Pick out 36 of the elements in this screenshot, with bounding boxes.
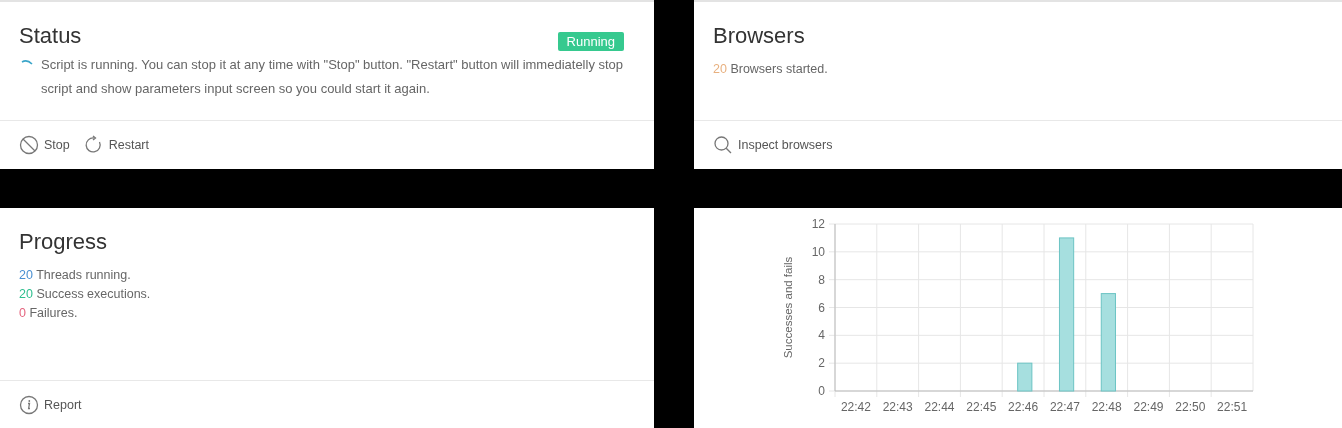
axis-tick-label: 22:45 [966, 400, 997, 414]
stat-line: 20 Browsers started. [713, 61, 829, 78]
card-title: Browsers [713, 22, 806, 50]
axis-tick-label: 6 [818, 300, 825, 315]
axis-tick-label: 22:49 [1133, 400, 1164, 414]
axis-tick-label: 22:43 [882, 400, 913, 414]
axis-tick-label: 22:47 [1049, 400, 1080, 414]
axis-tick-label: 8 [818, 272, 825, 287]
stat-line: 20 Success executions. [19, 286, 152, 303]
card-title: Progress [19, 228, 109, 256]
restart-icon [83, 135, 104, 155]
axis-tick-label: 22:46 [1008, 400, 1039, 414]
stat-line: 20 Threads running. [19, 267, 132, 284]
axis-tick-label: 22:50 [1175, 400, 1206, 414]
info-icon [19, 394, 39, 415]
report-button[interactable]: Report [19, 394, 82, 415]
axis-tick-label: 12 [811, 217, 825, 231]
status-message: Script is running. You can stop it at any time with "Stop" button. "Restart" button will immediatelly stop script and show parameters input screen so you could start it again. [41, 56, 625, 98]
inspect-button[interactable]: Inspect browsers [713, 135, 833, 155]
axis-tick-label: 22:44 [924, 400, 955, 414]
axis-title: Successes and fails [782, 256, 794, 359]
axis-tick-label: 22:51 [1217, 400, 1248, 414]
axis-tick-label: 10 [811, 244, 825, 259]
stop-button[interactable]: Stop [19, 135, 70, 155]
stat-line: 0 Failures. [19, 305, 79, 322]
axis-tick-label: 0 [818, 384, 825, 398]
card-title: Status [19, 22, 82, 50]
search-icon [713, 135, 733, 155]
status-badge: Running [557, 32, 624, 51]
axis-tick-label: 2 [818, 356, 825, 371]
prohibited-icon [19, 135, 39, 155]
axis-tick-label: 4 [818, 328, 825, 343]
axis-tick-label: 22:48 [1091, 400, 1122, 414]
spinner-icon [21, 59, 33, 67]
restart-button[interactable]: Restart [83, 135, 149, 155]
axis-tick-label: 22:42 [840, 400, 871, 414]
